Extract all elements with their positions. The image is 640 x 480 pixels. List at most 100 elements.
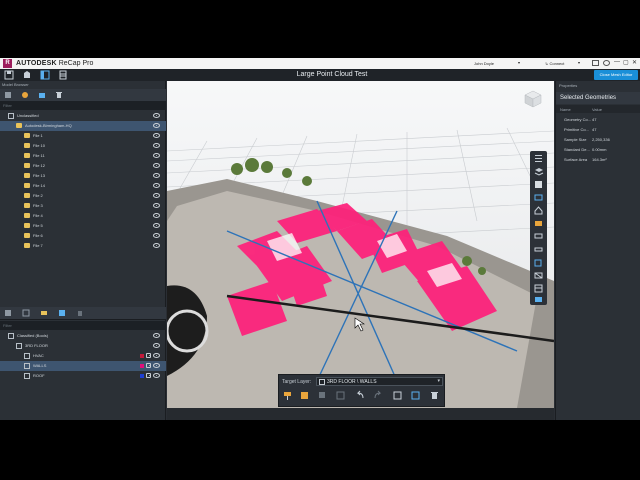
folder-icon — [24, 183, 30, 188]
tree-row[interactable]: File 1 — [0, 131, 166, 141]
eye-icon[interactable] — [153, 333, 160, 338]
mesh-icon[interactable] — [533, 271, 544, 280]
user-menu[interactable]: John Doyle — [474, 61, 494, 66]
lock-icon[interactable] — [146, 373, 151, 378]
mesh-clip-icon[interactable] — [410, 390, 421, 401]
eye-icon[interactable] — [153, 203, 160, 208]
add-scan-icon[interactable] — [4, 309, 12, 317]
eye-icon[interactable] — [153, 113, 160, 118]
tree-row[interactable]: File 13 — [0, 171, 166, 181]
crop-icon[interactable] — [533, 258, 544, 267]
target-layer-select[interactable]: 3RD FLOOR \ WALLS ▾ — [316, 377, 443, 386]
grid-view-icon[interactable] — [58, 70, 68, 80]
color-swatch[interactable] — [140, 354, 144, 358]
box-icon[interactable] — [533, 180, 544, 189]
tag-icon[interactable] — [533, 219, 544, 228]
export-icon[interactable] — [533, 295, 544, 304]
classify-icon[interactable] — [299, 390, 310, 401]
tree-row[interactable]: File 10 — [0, 141, 166, 151]
classified-row[interactable]: WALLS — [0, 361, 166, 371]
duplicate-icon[interactable] — [317, 390, 328, 401]
classified-row[interactable]: 3RD FLOOR — [0, 341, 166, 351]
chat-bubble-icon[interactable] — [533, 232, 544, 241]
tree-row[interactable]: File 12 — [0, 161, 166, 171]
tree-row[interactable]: File 7 — [0, 241, 166, 251]
tree-row[interactable]: Unclassified — [0, 111, 166, 121]
tree-row[interactable]: File 3 — [0, 201, 166, 211]
tree-row-label: Autodesk-Birmingham-HQ — [25, 123, 72, 128]
classified-row[interactable]: Classified (Bools) — [0, 331, 166, 341]
menu-icon[interactable] — [533, 154, 544, 163]
save-icon[interactable] — [4, 70, 14, 80]
home-icon[interactable] — [533, 206, 544, 215]
eye-icon[interactable] — [153, 223, 160, 228]
color-mode-icon[interactable] — [21, 91, 29, 99]
paint-icon[interactable] — [282, 390, 293, 401]
clip-icon[interactable] — [392, 390, 403, 401]
connect-menu[interactable]: ↳ Connect — [545, 61, 564, 66]
delete-points-icon[interactable] — [429, 390, 440, 401]
eye-icon[interactable] — [153, 143, 160, 148]
tree-row[interactable]: File 4 — [0, 211, 166, 221]
region-icon[interactable] — [22, 309, 30, 317]
measure-icon[interactable] — [533, 245, 544, 254]
connect-caret-icon[interactable]: ▾ — [578, 60, 580, 65]
redo-icon[interactable] — [372, 390, 383, 401]
lock-icon[interactable] — [146, 353, 151, 358]
tree-row[interactable]: Autodesk-Birmingham-HQ — [0, 121, 166, 131]
eye-icon[interactable] — [153, 233, 160, 238]
user-menu-caret-icon[interactable]: ▾ — [518, 60, 520, 65]
project-icon[interactable] — [22, 70, 32, 80]
eye-icon[interactable] — [153, 133, 160, 138]
eye-icon[interactable] — [153, 163, 160, 168]
eye-icon[interactable] — [153, 363, 160, 368]
tree-row[interactable]: File 11 — [0, 151, 166, 161]
eye-icon[interactable] — [153, 243, 160, 248]
close-window-button[interactable]: ✕ — [632, 59, 637, 66]
model-filter-input[interactable]: Filter — [0, 101, 166, 110]
eye-icon[interactable] — [153, 213, 160, 218]
eye-icon[interactable] — [153, 153, 160, 158]
model-browser-bottom-toolbar — [0, 307, 166, 319]
eye-icon[interactable] — [153, 173, 160, 178]
color-swatch[interactable] — [140, 364, 144, 368]
layer-icon[interactable] — [40, 309, 48, 317]
classified-row[interactable]: ROOF — [0, 371, 166, 381]
maximize-button[interactable]: ▢ — [623, 59, 629, 66]
point-cloud-viewport[interactable]: Target Layer: 3RD FLOOR \ WALLS ▾ — [167, 81, 554, 408]
panel-divider — [0, 319, 166, 320]
tree-row[interactable]: File 14 — [0, 181, 166, 191]
tree-row[interactable]: File 6 — [0, 231, 166, 241]
settings-grid-icon[interactable] — [533, 284, 544, 293]
eye-icon[interactable] — [153, 353, 160, 358]
folder-icon — [24, 193, 30, 198]
group-icon[interactable] — [58, 309, 66, 317]
tree-row[interactable]: File 5 — [0, 221, 166, 231]
classified-filter-input[interactable]: Filter — [0, 321, 166, 330]
help-icon[interactable] — [603, 60, 610, 66]
trash-icon[interactable] — [76, 309, 84, 317]
visibility-toggle-icon[interactable] — [4, 91, 12, 99]
eye-icon[interactable] — [153, 373, 160, 378]
color-swatch[interactable] — [140, 374, 144, 378]
property-name: Sample Size — [564, 137, 587, 142]
lock-icon[interactable] — [146, 363, 151, 368]
layers-icon[interactable] — [533, 167, 544, 176]
panel-layout-icon[interactable] — [40, 70, 50, 80]
eye-icon[interactable] — [153, 343, 160, 348]
eye-icon[interactable] — [153, 193, 160, 198]
eye-icon[interactable] — [153, 183, 160, 188]
close-mesh-editor-button[interactable]: Close Mesh Editor — [594, 70, 638, 80]
delete-icon[interactable] — [55, 91, 63, 99]
eye-icon[interactable] — [153, 123, 160, 128]
view-cube-icon[interactable] — [523, 89, 543, 109]
chat-icon[interactable] — [592, 60, 599, 66]
tree-row[interactable]: File 2 — [0, 191, 166, 201]
undo-icon[interactable] — [355, 390, 366, 401]
tree-row-label: Unclassified — [17, 113, 39, 118]
grid-select-icon[interactable] — [335, 390, 346, 401]
fence-icon[interactable] — [533, 193, 544, 202]
import-icon[interactable] — [38, 91, 46, 99]
minimize-button[interactable]: — — [614, 59, 620, 65]
classified-row[interactable]: HVAC — [0, 351, 166, 361]
